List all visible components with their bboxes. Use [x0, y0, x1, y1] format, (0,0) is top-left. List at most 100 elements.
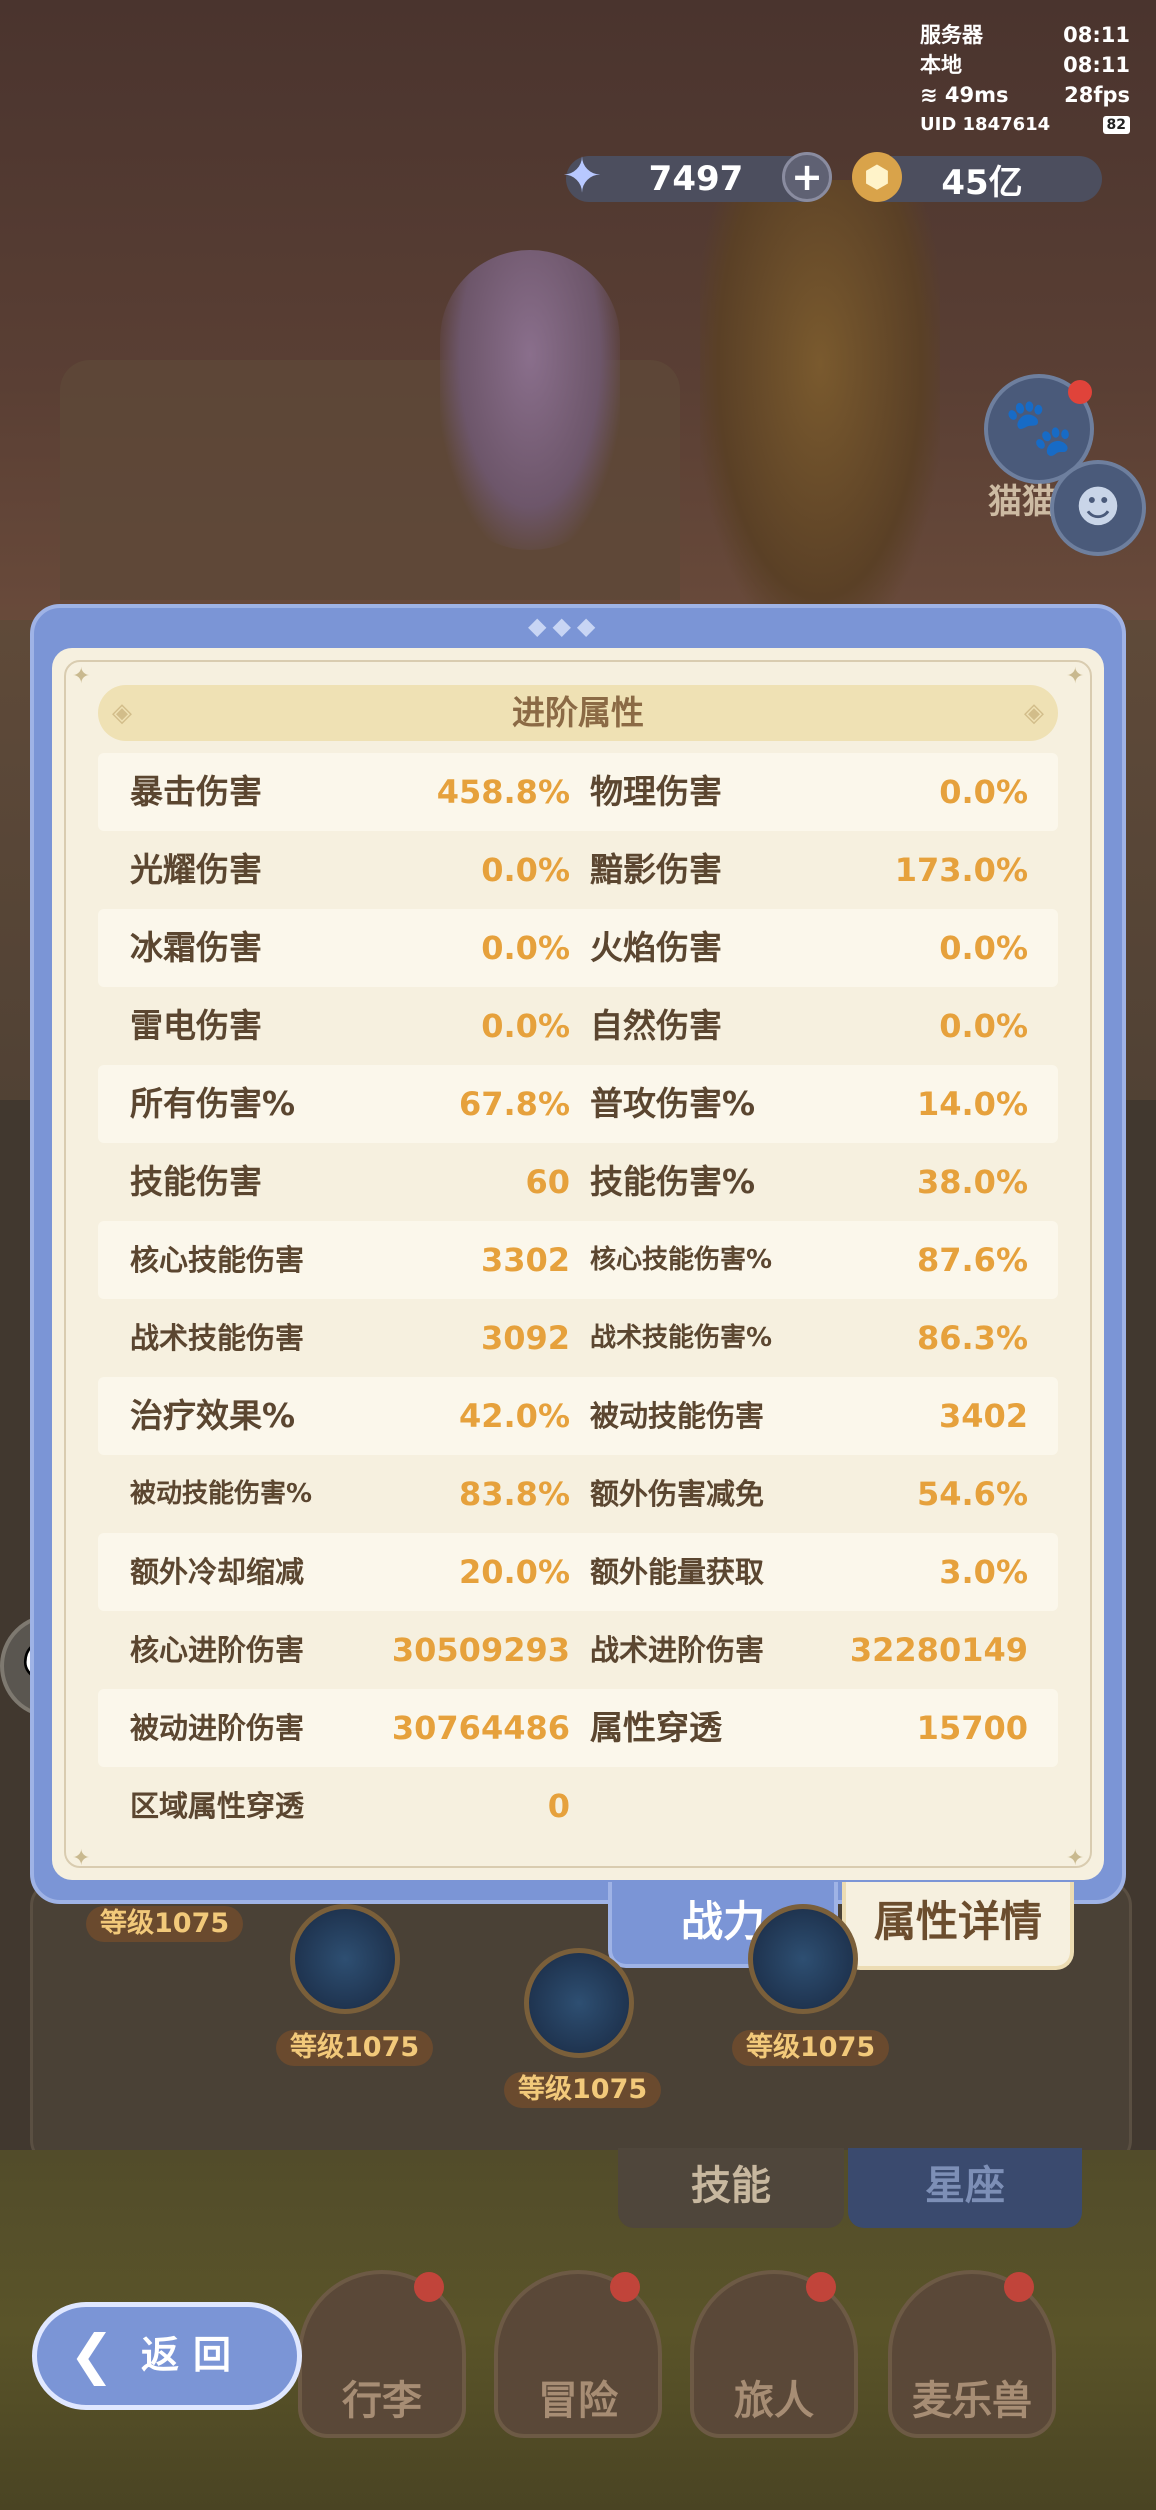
- tab-skill[interactable]: 技能: [618, 2148, 844, 2228]
- attribute-value: 0.0%: [481, 1007, 570, 1045]
- ping-value: 49ms: [944, 83, 1009, 107]
- uid-row: UID 1847614 82: [920, 110, 1130, 140]
- attribute-label: 技能伤害%: [590, 1162, 756, 1201]
- attribute-label: 技能伤害: [130, 1162, 262, 1201]
- notification-dot: [1004, 2272, 1034, 2302]
- attribute-value: 3402: [938, 1397, 1028, 1435]
- gold-amount: 45亿: [941, 162, 1023, 203]
- attribute-value: 3.0%: [939, 1553, 1028, 1591]
- corner-ornament: ✦: [1066, 1846, 1085, 1871]
- pet-shortcut-button[interactable]: ☻: [1050, 460, 1146, 556]
- game-screen: 服务器 08:11 本地 08:11 ≋ 49ms 28fps UID 1847…: [0, 0, 1156, 2510]
- add-stars-button[interactable]: +: [782, 152, 832, 202]
- attribute-label: 黯影伤害: [590, 850, 722, 889]
- attribute-table: 暴击伤害 458.8% 物理伤害 0.0% 光耀伤害 0.0% 黯影伤害 173.0% 冰霜伤害…: [98, 753, 1058, 1845]
- tab-constellation[interactable]: 星座: [848, 2148, 1082, 2228]
- skill-slot[interactable]: [748, 1904, 858, 2014]
- attribute-value: 0: [547, 1787, 570, 1825]
- attribute-row: 区域属性穿透 0: [98, 1767, 1058, 1845]
- attribute-value: 173.0%: [894, 851, 1028, 889]
- attribute-value: 0.0%: [939, 1007, 1028, 1045]
- attribute-label: 核心进阶伤害: [130, 1633, 305, 1667]
- attribute-value: 54.6%: [916, 1475, 1028, 1513]
- panel-title: 进阶属性: [512, 693, 644, 732]
- attribute-value: 3092: [480, 1319, 570, 1357]
- star-currency: ✦ 7497 +: [562, 148, 832, 204]
- server-time-row: 服务器 08:11: [920, 20, 1130, 50]
- attribute-value: 458.8%: [436, 773, 570, 811]
- attribute-row: 被动技能伤害% 83.8% 额外伤害减免 54.6%: [98, 1455, 1058, 1533]
- local-time: 08:11: [1063, 53, 1130, 77]
- attribute-row: 核心进阶伤害 30509293 战术进阶伤害 32280149: [98, 1611, 1058, 1689]
- attribute-label: 属性穿透: [590, 1708, 722, 1747]
- attribute-value: 42.0%: [458, 1397, 570, 1435]
- attribute-row: 治疗效果% 42.0% 被动技能伤害 3402: [98, 1377, 1058, 1455]
- level-badge: 等级1075: [276, 2030, 434, 2066]
- attribute-value: 0.0%: [481, 851, 570, 889]
- fps-value: 28fps: [1064, 83, 1130, 107]
- attribute-row: 所有伤害% 67.8% 普攻伤害% 14.0%: [98, 1065, 1058, 1143]
- attribute-value: 0.0%: [481, 929, 570, 967]
- wifi-icon: ≋: [920, 83, 938, 107]
- attribute-label: 核心技能伤害%: [590, 1245, 773, 1275]
- attribute-row: 被动进阶伤害 30764486 属性穿透 15700: [98, 1689, 1058, 1767]
- attribute-label: 被动技能伤害: [590, 1399, 765, 1433]
- attribute-label: 光耀伤害: [130, 850, 262, 889]
- tab-attribute-details[interactable]: 属性详情: [842, 1882, 1074, 1970]
- skill-slot[interactable]: [290, 1904, 400, 2014]
- local-label: 本地: [920, 53, 962, 77]
- attribute-label: 雷电伤害: [130, 1006, 262, 1045]
- status-hud: 服务器 08:11 本地 08:11 ≋ 49ms 28fps UID 1847…: [920, 20, 1130, 140]
- attribute-label: 物理伤害: [590, 772, 722, 811]
- attribute-label: 火焰伤害: [590, 928, 722, 967]
- attribute-value: 67.8%: [458, 1085, 570, 1123]
- attribute-label: 战术进阶伤害: [590, 1633, 765, 1667]
- server-time: 08:11: [1063, 23, 1130, 47]
- attribute-label: 暴击伤害: [130, 772, 262, 811]
- attribute-row: 冰霜伤害 0.0% 火焰伤害 0.0%: [98, 909, 1058, 987]
- title-diamond-icon: ◈: [1024, 698, 1044, 728]
- battery-icon: 82: [1102, 116, 1130, 134]
- attribute-value: 87.6%: [916, 1241, 1028, 1279]
- attribute-value: 15700: [916, 1709, 1028, 1747]
- notification-dot: [414, 2272, 444, 2302]
- attribute-label: 自然伤害: [590, 1006, 722, 1045]
- attribute-value: 3302: [480, 1241, 570, 1279]
- nav-pet-label: 麦乐兽: [912, 2378, 1032, 2424]
- attribute-value: 83.8%: [458, 1475, 570, 1513]
- attribute-value: 86.3%: [916, 1319, 1028, 1357]
- corner-ornament: ✦: [1066, 664, 1085, 689]
- attribute-label: 区域属性穿透: [130, 1789, 305, 1823]
- nav-bag-label: 行李: [342, 2378, 422, 2424]
- panel-top-ornament: ◆◆◆: [528, 612, 602, 640]
- gold-currency: ⬢ 45亿: [852, 152, 1102, 203]
- level-badge: 等级1075: [504, 2072, 662, 2108]
- uid-value: UID 1847614: [920, 114, 1051, 135]
- level-badge: 等级1075: [86, 1906, 244, 1942]
- attribute-value: 14.0%: [916, 1085, 1028, 1123]
- back-button[interactable]: ❮ 返回: [32, 2302, 302, 2410]
- skill-slot[interactable]: [524, 1948, 634, 2058]
- attribute-row: 核心技能伤害 3302 核心技能伤害% 87.6%: [98, 1221, 1058, 1299]
- background-tree: [700, 180, 940, 640]
- back-label: 返回: [141, 2333, 246, 2377]
- corner-ornament: ✦: [72, 664, 91, 689]
- attribute-row: 技能伤害 60 技能伤害% 38.0%: [98, 1143, 1058, 1221]
- nav-traveler-label: 旅人: [734, 2378, 814, 2424]
- attribute-value: 60: [525, 1163, 570, 1201]
- attribute-label: 治疗效果%: [130, 1396, 296, 1435]
- attribute-value: 0.0%: [939, 929, 1028, 967]
- pig-icon: ☻: [1075, 482, 1121, 533]
- attribute-label: 额外能量获取: [590, 1555, 765, 1589]
- back-arrow-icon: ❮: [69, 2323, 115, 2386]
- player-character: [440, 250, 620, 550]
- attribute-value: 32280149: [849, 1631, 1028, 1669]
- attribute-value: 30509293: [391, 1631, 570, 1669]
- attribute-label: 冰霜伤害: [130, 928, 262, 967]
- attribute-label: 被动进阶伤害: [130, 1711, 305, 1745]
- attribute-row: 暴击伤害 458.8% 物理伤害 0.0%: [98, 753, 1058, 831]
- attribute-value: 30764486: [391, 1709, 570, 1747]
- attribute-label: 额外伤害减免: [590, 1477, 765, 1511]
- local-time-row: 本地 08:11: [920, 50, 1130, 80]
- cat-icon: 🐾: [1004, 395, 1074, 460]
